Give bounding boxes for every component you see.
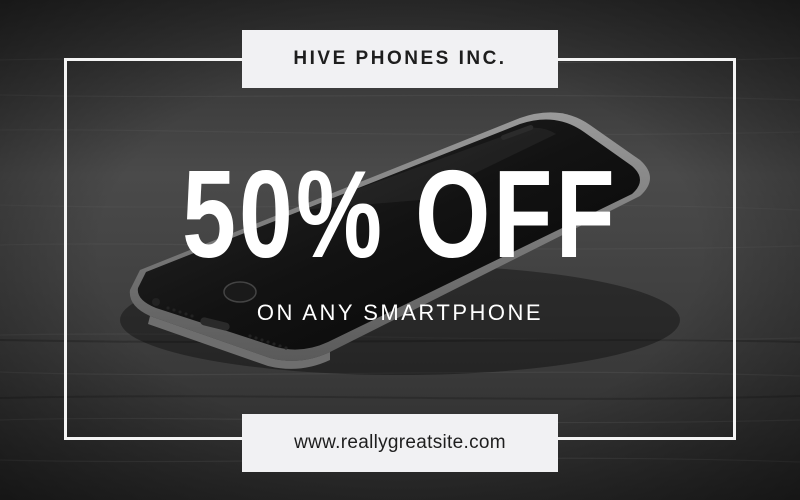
promo-subline: ON ANY SMARTPHONE	[256, 300, 544, 325]
brand-label-box: HIVE PHONES INC.	[242, 30, 558, 88]
url-label-box: www.reallygreatsite.com	[242, 414, 558, 472]
brand-name: HIVE PHONES INC.	[293, 48, 507, 69]
promo-headline: 50% OFF	[182, 146, 618, 284]
website-url[interactable]: www.reallygreatsite.com	[294, 432, 506, 454]
